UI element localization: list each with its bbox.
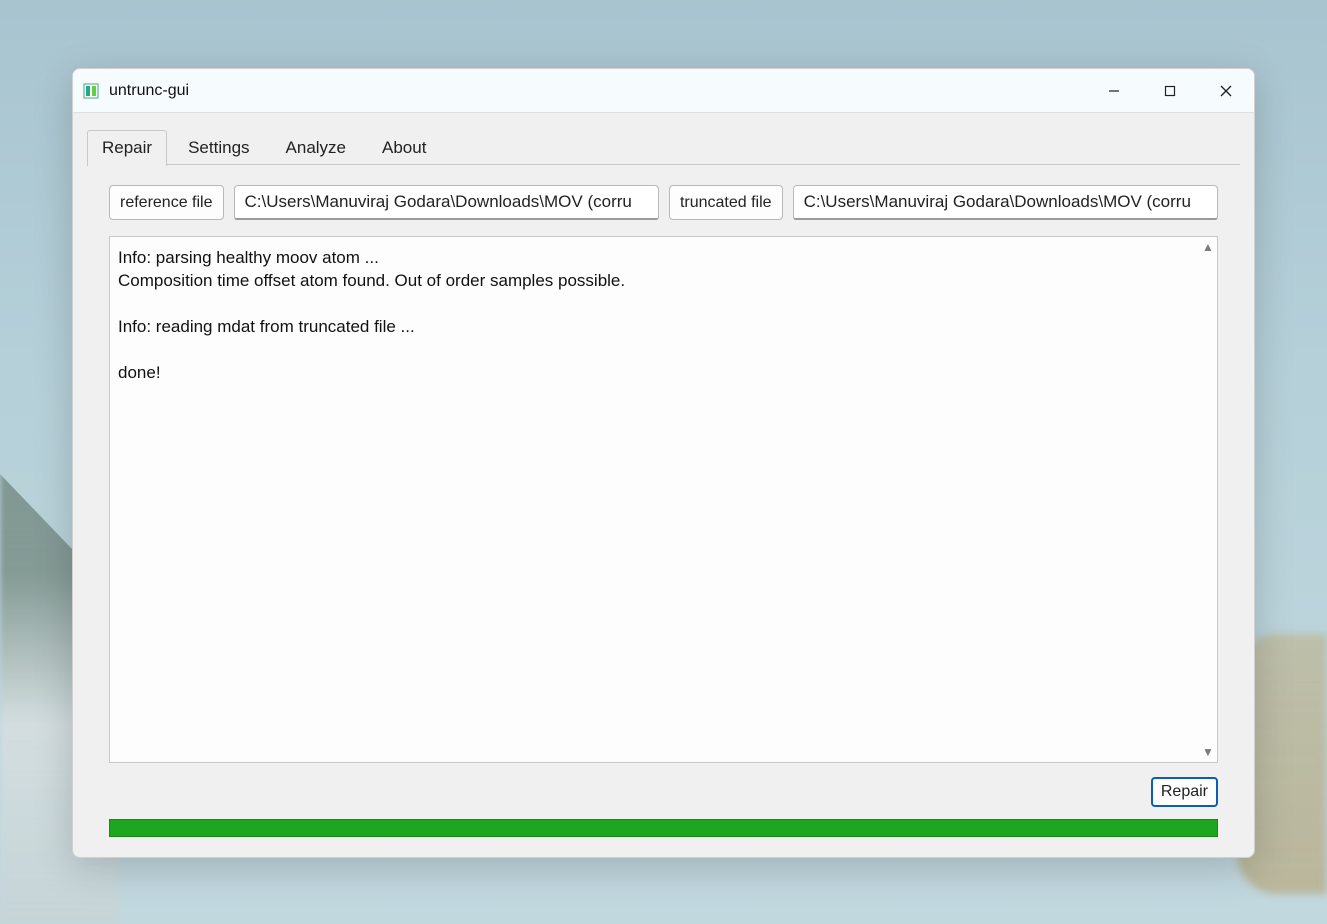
app-icon (83, 83, 99, 99)
reference-file-path[interactable] (234, 185, 659, 220)
scroll-up-icon[interactable]: ▲ (1202, 241, 1214, 253)
log-text[interactable]: Info: parsing healthy moov atom ... Comp… (110, 237, 1199, 762)
log-output-area: Info: parsing healthy moov atom ... Comp… (109, 236, 1218, 763)
tab-analyze[interactable]: Analyze (271, 130, 361, 166)
log-scrollbar[interactable]: ▲ ▼ (1199, 237, 1217, 762)
titlebar[interactable]: untrunc-gui (73, 69, 1254, 113)
action-row: Repair (87, 763, 1240, 813)
window-title: untrunc-gui (109, 82, 189, 100)
truncated-file-button[interactable]: truncated file (669, 185, 783, 220)
tab-about[interactable]: About (367, 130, 441, 166)
tab-settings[interactable]: Settings (173, 130, 264, 166)
file-selector-row: reference file truncated file (87, 165, 1240, 230)
repair-button[interactable]: Repair (1151, 777, 1218, 807)
window-content: Repair Settings Analyze About reference … (73, 113, 1254, 857)
app-window: untrunc-gui Repair Settings Analyze Abou… (72, 68, 1255, 858)
tab-bar: Repair Settings Analyze About (87, 113, 1240, 165)
reference-file-button[interactable]: reference file (109, 185, 224, 220)
scroll-down-icon[interactable]: ▼ (1202, 746, 1214, 758)
progress-fill (110, 820, 1217, 836)
close-button[interactable] (1198, 69, 1254, 113)
truncated-file-path[interactable] (793, 185, 1218, 220)
minimize-button[interactable] (1086, 69, 1142, 113)
tab-repair[interactable]: Repair (87, 130, 167, 166)
maximize-button[interactable] (1142, 69, 1198, 113)
progress-bar (109, 819, 1218, 837)
